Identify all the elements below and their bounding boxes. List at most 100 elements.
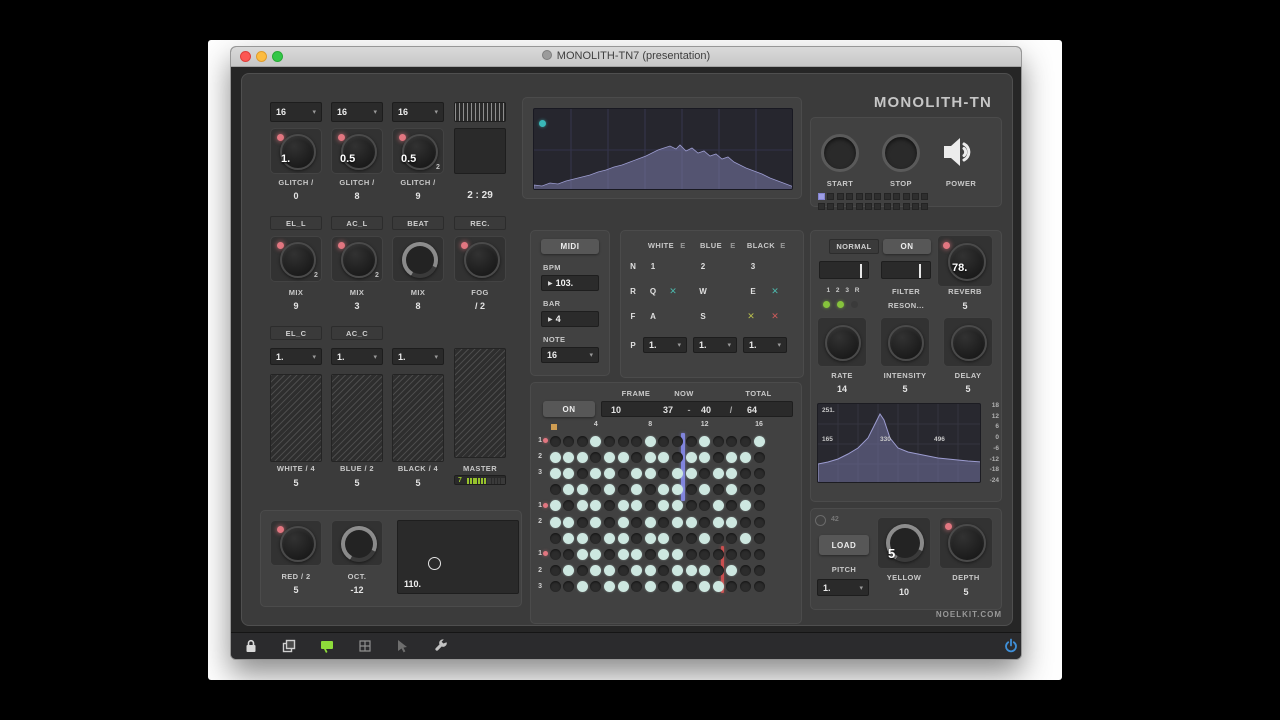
seq-step[interactable] <box>726 451 738 463</box>
seq-step[interactable] <box>549 484 561 496</box>
knob-number[interactable]: / 2 <box>454 301 506 311</box>
seq-step[interactable] <box>712 500 724 512</box>
seq-step[interactable] <box>658 484 670 496</box>
seq-step[interactable] <box>739 451 751 463</box>
seq-step[interactable] <box>576 532 588 544</box>
seq-step[interactable] <box>590 548 602 560</box>
seq-step[interactable] <box>549 516 561 528</box>
seq-step[interactable] <box>753 516 765 528</box>
seq-step[interactable] <box>658 500 670 512</box>
seq-step[interactable] <box>685 484 697 496</box>
note-select[interactable]: 16 ▾ <box>541 347 599 363</box>
seq-step[interactable] <box>631 435 643 447</box>
seq-step[interactable] <box>631 484 643 496</box>
knob-number[interactable]: 5 <box>270 585 322 595</box>
power-speaker-icon[interactable] <box>941 135 981 169</box>
fader-number[interactable]: 5 <box>392 478 444 488</box>
seq-step[interactable] <box>549 451 561 463</box>
fader-master[interactable] <box>454 348 506 458</box>
track-button-beat[interactable]: BEAT <box>392 216 444 230</box>
seq-step[interactable] <box>712 451 724 463</box>
seq-step[interactable] <box>699 516 711 528</box>
seq-step[interactable] <box>590 435 602 447</box>
presentation-mode-icon[interactable] <box>319 638 335 654</box>
seq-step[interactable] <box>631 581 643 593</box>
mix-knob-cell-2[interactable]: 2 <box>331 236 383 282</box>
seq-step[interactable] <box>671 581 683 593</box>
slider-handle[interactable] <box>860 264 862 278</box>
seq-step[interactable] <box>753 581 765 593</box>
seq-step[interactable] <box>631 532 643 544</box>
rate-knob[interactable] <box>825 325 861 361</box>
seq-step[interactable] <box>563 532 575 544</box>
depth-knob-cell[interactable] <box>939 517 993 569</box>
seq-step[interactable] <box>699 435 711 447</box>
seq-step[interactable] <box>739 516 751 528</box>
knob-number[interactable]: 8 <box>392 301 444 311</box>
track-button-el-l[interactable]: EL_L <box>270 216 322 230</box>
seq-step[interactable] <box>658 467 670 479</box>
seq-step[interactable] <box>699 467 711 479</box>
grid-icon[interactable] <box>357 638 373 654</box>
seq-step[interactable] <box>658 565 670 577</box>
fog-knob-cell[interactable] <box>454 236 506 282</box>
matrix-cell[interactable]: S <box>697 312 709 321</box>
glitch-knob-cell-1[interactable]: 1. <box>270 128 322 174</box>
seq-step[interactable] <box>631 565 643 577</box>
intensity-knob-cell[interactable] <box>880 317 930 367</box>
seq-step[interactable] <box>671 451 683 463</box>
seq-step[interactable] <box>658 532 670 544</box>
seq-step[interactable] <box>549 532 561 544</box>
red-knob-cell[interactable] <box>270 520 322 566</box>
knob-number[interactable]: 8 <box>331 191 383 201</box>
seq-step[interactable] <box>685 500 697 512</box>
seq-step[interactable] <box>685 435 697 447</box>
seq-step[interactable] <box>739 548 751 560</box>
midi-button[interactable]: MIDI <box>541 239 599 254</box>
seq-step[interactable] <box>549 435 561 447</box>
seq-step[interactable] <box>549 565 561 577</box>
seq-step[interactable] <box>671 516 683 528</box>
bpm-value[interactable]: ▶ 103. <box>541 275 599 291</box>
seq-step[interactable] <box>590 565 602 577</box>
reverb-knob-cell[interactable]: 78. <box>937 235 993 287</box>
seq-step[interactable] <box>590 500 602 512</box>
seq-step[interactable] <box>685 451 697 463</box>
seq-step[interactable] <box>753 467 765 479</box>
seq-step[interactable] <box>671 532 683 544</box>
fader-black[interactable] <box>392 374 444 462</box>
seq-step[interactable] <box>603 516 615 528</box>
fader-number[interactable]: 5 <box>270 478 322 488</box>
matrix-cell[interactable]: 1 <box>647 262 659 271</box>
seq-step[interactable] <box>603 451 615 463</box>
seq-step[interactable] <box>644 451 656 463</box>
seq-step[interactable] <box>726 581 738 593</box>
matrix-cell[interactable]: Q <box>647 287 659 296</box>
seq-step[interactable] <box>753 532 765 544</box>
seq-step[interactable] <box>603 532 615 544</box>
seq-step[interactable] <box>753 484 765 496</box>
start-button[interactable] <box>821 134 859 172</box>
knob-number[interactable]: 5 <box>943 384 993 394</box>
seq-step[interactable] <box>739 500 751 512</box>
seq-step[interactable] <box>563 500 575 512</box>
seq-step[interactable] <box>712 548 724 560</box>
seq-step[interactable] <box>699 500 711 512</box>
track-button-ac-l[interactable]: AC_L <box>331 216 383 230</box>
knob-number[interactable]: 3 <box>331 301 383 311</box>
seq-step[interactable] <box>699 484 711 496</box>
seq-step[interactable] <box>603 484 615 496</box>
normal-mode-button[interactable]: NORMAL <box>829 239 879 254</box>
seq-step[interactable] <box>726 467 738 479</box>
delay-knob[interactable] <box>951 325 987 361</box>
pitch-select[interactable]: 1. ▾ <box>817 579 869 596</box>
intensity-knob[interactable] <box>888 325 924 361</box>
seq-step[interactable] <box>563 467 575 479</box>
chan-button-el-c[interactable]: EL_C <box>270 326 322 340</box>
x-mark-teal[interactable]: ✕ <box>769 286 781 297</box>
glitch-knob-cell-3[interactable]: 0.5 2 <box>392 128 444 174</box>
rate-select-3[interactable]: 16 ▾ <box>392 102 444 122</box>
seq-step[interactable] <box>576 500 588 512</box>
seq-step[interactable] <box>726 484 738 496</box>
seq-step[interactable] <box>726 532 738 544</box>
